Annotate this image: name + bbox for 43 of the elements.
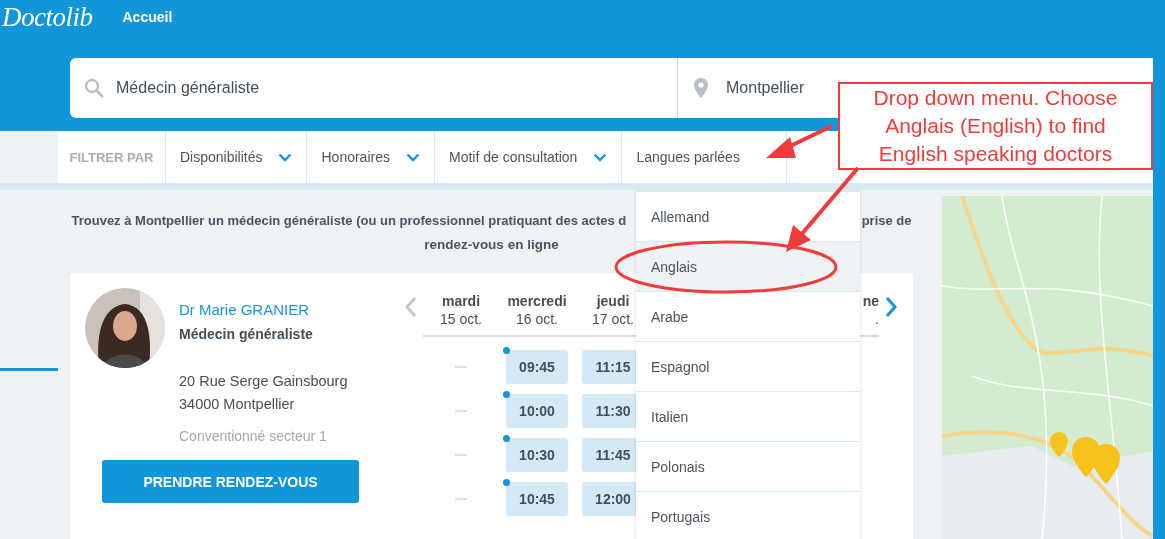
day-date: 17 oct.: [592, 311, 634, 327]
day-date: .: [875, 311, 879, 327]
chevron-down-icon: [278, 152, 293, 162]
menu-item[interactable]: Portugais: [636, 492, 860, 539]
search-icon: [84, 78, 104, 98]
menu-item[interactable]: Espagnol: [636, 342, 860, 392]
day-name: jeudi: [596, 293, 630, 309]
chevron-down-icon: [593, 152, 608, 162]
chevron-down-icon: [405, 152, 420, 162]
no-slot-dash: [455, 454, 467, 456]
time-slot-button[interactable]: 10:00: [506, 394, 568, 428]
time-slot-button[interactable]: 10:45: [506, 482, 568, 516]
menu-item[interactable]: Italien: [636, 392, 860, 442]
time-slot-button[interactable]: 09:45: [506, 350, 568, 384]
intro-text: Trouvez à Montpellier un médecin généraliste (ou un professionnel pratiquant des actes d: [71, 213, 627, 228]
intro-text: rendez-vous en ligne: [424, 237, 559, 252]
annotation-arrow: [766, 124, 833, 158]
day-name: mercredi: [507, 293, 567, 309]
search-field[interactable]: Médecin généraliste: [70, 58, 678, 118]
filter-dropdown[interactable]: Honoraires: [307, 131, 435, 183]
sector-text: Conventionné secteur 1: [179, 428, 328, 444]
filter-label: FILTRER PAR: [58, 131, 166, 183]
day-date: 16 oct.: [516, 311, 558, 327]
day-name: mardi: [441, 293, 481, 309]
address-line: 34000 Montpellier: [179, 395, 296, 414]
annotation-callout: Drop down menu. Choose Anglais (English) to find English speaking doctors: [838, 82, 1153, 170]
no-slot-dash: [455, 498, 467, 500]
no-slot-dash: [455, 366, 467, 368]
time-slot-button[interactable]: 10:30: [506, 438, 568, 472]
menu-item[interactable]: Polonais: [636, 442, 860, 492]
filter-dropdown[interactable]: Disponibilités: [166, 131, 308, 183]
intro-text: prise de: [861, 213, 912, 228]
previous-chevron-icon[interactable]: [405, 296, 417, 318]
menu-item[interactable]: Arabe: [636, 292, 860, 342]
day-name: ne: [862, 293, 879, 309]
address-line: 20 Rue Serge Gainsbourg: [179, 372, 349, 391]
doctor-specialty: Médecin généraliste: [179, 326, 313, 342]
no-slot-dash: [455, 410, 467, 412]
day-date: 15 oct.: [440, 311, 482, 327]
location-pin-icon: [694, 78, 708, 98]
next-chevron-icon[interactable]: [885, 296, 897, 318]
filter-dropdown[interactable]: Motif de consultation: [434, 131, 623, 183]
location-field[interactable]: Montpellier: [678, 58, 834, 118]
